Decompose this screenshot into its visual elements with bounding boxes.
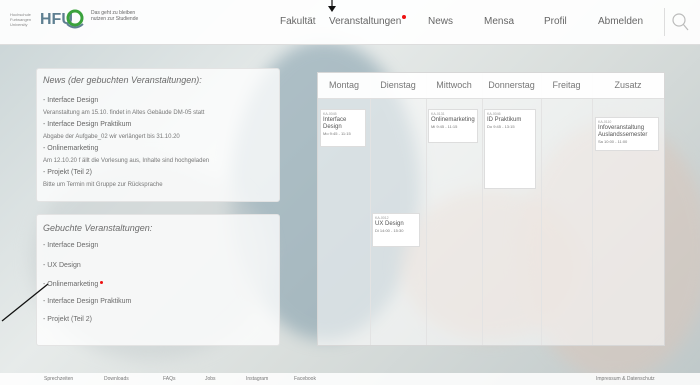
news-heading[interactable]: - Interface Design bbox=[43, 97, 98, 104]
nav-item-mensa[interactable]: Mensa bbox=[484, 16, 514, 27]
footer-link-jobs[interactable]: Jobs bbox=[205, 376, 216, 382]
day-header: Donnerstag bbox=[482, 73, 541, 99]
calendar-column-zusatz: Zusatz KA-0110 Infoveranstaltung Ausland… bbox=[592, 73, 664, 345]
news-title: News (der gebuchten Veranstaltungen): bbox=[43, 75, 202, 85]
booked-item-onlinemarketing[interactable]: - Onlinemarketing bbox=[43, 281, 104, 288]
news-heading[interactable]: - Interface Design Praktikum bbox=[43, 121, 131, 128]
event-time: Mi 9:45 - 11:15 bbox=[431, 124, 458, 129]
calendar-event-ux-design[interactable]: KA-0012 UX Design Di 14:00 - 15:30 bbox=[372, 213, 420, 247]
calendar-column-dienstag: Dienstag KA-0012 UX Design Di 14:00 - 15… bbox=[370, 73, 427, 345]
hfu-logo-icon bbox=[66, 9, 84, 29]
day-header: Freitag bbox=[541, 73, 592, 99]
arrow-down-icon bbox=[328, 0, 336, 12]
footer-link-sprechzeiten[interactable]: Sprechzeiten bbox=[44, 376, 73, 382]
nav-item-profil[interactable]: Profil bbox=[544, 16, 567, 27]
booked-courses-panel: Gebuchte Veranstaltungen: - Interface De… bbox=[36, 214, 280, 346]
calendar-column-mittwoch: Mittwoch KA-0131 Onlinemarketing Mi 9:45… bbox=[426, 73, 483, 345]
day-header: Dienstag bbox=[370, 73, 426, 99]
event-time: Do 9:45 - 13:15 bbox=[487, 124, 515, 129]
calendar-event-infoveranstaltung[interactable]: KA-0110 Infoveranstaltung Auslandssemest… bbox=[595, 117, 659, 151]
news-text: Bitte um Termin mit Gruppe zur Rücksprac… bbox=[43, 182, 163, 188]
event-title: UX Design bbox=[375, 221, 404, 227]
calendar-column-donnerstag: Donnerstag KA-0046 ID Praktikum Do 9:45 … bbox=[482, 73, 542, 345]
nav-item-veranstaltungen[interactable]: Veranstaltungen bbox=[329, 15, 407, 27]
nav-item-fakultaet[interactable]: Fakultät bbox=[280, 16, 316, 27]
news-heading[interactable]: - Onlinemarketing bbox=[43, 145, 98, 152]
logo-claim: Das geht zu bleiben nutzen zur Studiende bbox=[91, 10, 139, 22]
weekly-calendar: Montag KA-0045 Interface Design Mo 9:45 … bbox=[317, 72, 665, 346]
news-panel: News (der gebuchten Veranstaltungen): - … bbox=[36, 68, 280, 202]
calendar-event-id-praktikum[interactable]: KA-0046 ID Praktikum Do 9:45 - 13:15 bbox=[484, 109, 536, 189]
footer-link-downloads[interactable]: Downloads bbox=[104, 376, 129, 382]
notification-dot bbox=[402, 15, 407, 19]
event-title: Interface Design bbox=[323, 117, 347, 130]
booked-item-interface-design[interactable]: - Interface Design bbox=[43, 242, 98, 249]
footer-link-facebook[interactable]: Facebook bbox=[294, 376, 316, 382]
notification-dot bbox=[100, 281, 104, 284]
booked-item-ux-design[interactable]: - UX Design bbox=[43, 262, 81, 269]
news-heading[interactable]: - Projekt (Teil 2) bbox=[43, 169, 92, 176]
booked-item-id-praktikum[interactable]: - Interface Design Praktikum bbox=[43, 298, 131, 305]
booked-title: Gebuchte Veranstaltungen: bbox=[43, 223, 153, 233]
nav-item-abmelden[interactable]: Abmelden bbox=[598, 16, 643, 27]
nav-item-news[interactable]: News bbox=[428, 16, 453, 27]
calendar-column-montag: Montag KA-0045 Interface Design Mo 9:45 … bbox=[318, 73, 371, 345]
footer-link-impressum[interactable]: Impressum & Datenschutz bbox=[596, 376, 655, 382]
event-title: ID Praktikum bbox=[487, 117, 522, 123]
search-icon[interactable] bbox=[664, 8, 693, 36]
event-time: Sa 10:00 - 11:00 bbox=[598, 139, 628, 144]
university-logo-small: Hochschule Furtwangen University bbox=[10, 12, 32, 27]
event-time: Di 14:00 - 15:30 bbox=[375, 228, 404, 233]
top-navigation-bar: Hochschule Furtwangen University HFU Das… bbox=[0, 0, 700, 45]
day-header: Mittwoch bbox=[426, 73, 482, 99]
footer-link-instagram[interactable]: Instagram bbox=[246, 376, 268, 382]
event-title: Onlinemarketing bbox=[431, 117, 475, 123]
booked-item-projekt[interactable]: - Projekt (Teil 2) bbox=[43, 316, 92, 323]
news-text: Abgabe der Aufgabe_02 wir verlängert bis… bbox=[43, 134, 180, 140]
calendar-event-onlinemarketing[interactable]: KA-0131 Onlinemarketing Mi 9:45 - 11:15 bbox=[428, 109, 478, 143]
day-header: Zusatz bbox=[592, 73, 664, 99]
annotation-pointer-line bbox=[1, 283, 49, 322]
event-title: Infoveranstaltung Auslandssemester bbox=[598, 125, 648, 138]
calendar-event-interface-design[interactable]: KA-0045 Interface Design Mo 9:45 - 11:15 bbox=[320, 109, 366, 147]
news-text: Veranstaltung am 15.10. findet in Altes … bbox=[43, 110, 205, 116]
news-text: Am 12.10.20 f ällt die Vorlesung aus, In… bbox=[43, 158, 210, 164]
day-header: Montag bbox=[318, 73, 370, 99]
footer-bar: Sprechzeiten Downloads FAQs Jobs Instagr… bbox=[0, 373, 700, 385]
event-time: Mo 9:45 - 11:15 bbox=[323, 131, 351, 136]
footer-link-faqs[interactable]: FAQs bbox=[163, 376, 176, 382]
calendar-column-freitag: Freitag bbox=[541, 73, 593, 345]
